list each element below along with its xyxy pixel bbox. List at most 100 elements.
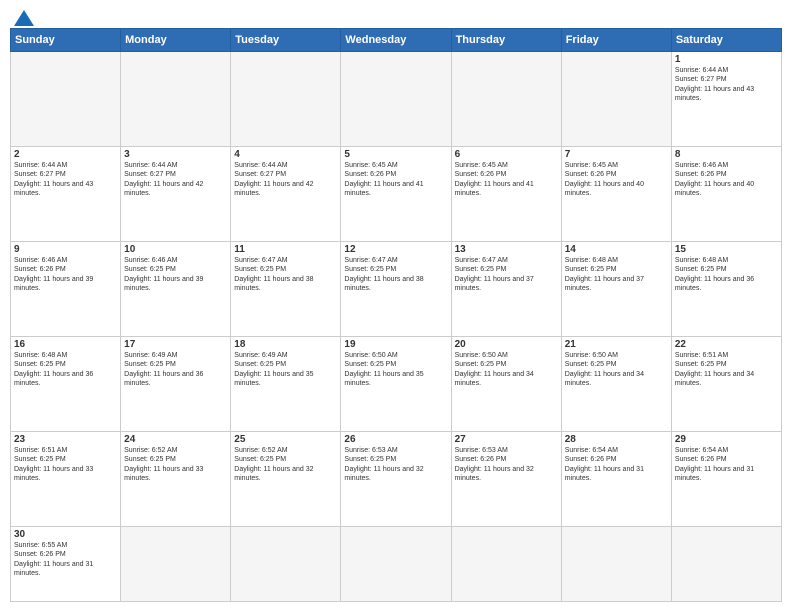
day-info: Sunrise: 6:47 AMSunset: 6:25 PMDaylight:… bbox=[234, 256, 337, 294]
weekday-header-wednesday: Wednesday bbox=[341, 29, 451, 52]
calendar-cell: 29Sunrise: 6:54 AMSunset: 6:26 PMDayligh… bbox=[671, 432, 781, 527]
calendar-cell: 9Sunrise: 6:46 AMSunset: 6:26 PMDaylight… bbox=[11, 242, 121, 337]
weekday-header-saturday: Saturday bbox=[671, 29, 781, 52]
day-info: Sunrise: 6:45 AMSunset: 6:26 PMDaylight:… bbox=[565, 161, 668, 199]
calendar-cell: 1Sunrise: 6:44 AMSunset: 6:27 PMDaylight… bbox=[671, 52, 781, 147]
day-info: Sunrise: 6:50 AMSunset: 6:25 PMDaylight:… bbox=[455, 351, 558, 389]
calendar-cell: 7Sunrise: 6:45 AMSunset: 6:26 PMDaylight… bbox=[561, 147, 671, 242]
day-number: 23 bbox=[14, 434, 117, 445]
calendar-cell: 25Sunrise: 6:52 AMSunset: 6:25 PMDayligh… bbox=[231, 432, 341, 527]
calendar-cell: 19Sunrise: 6:50 AMSunset: 6:25 PMDayligh… bbox=[341, 337, 451, 432]
day-info: Sunrise: 6:52 AMSunset: 6:25 PMDaylight:… bbox=[234, 446, 337, 484]
day-number: 20 bbox=[455, 339, 558, 350]
page: SundayMondayTuesdayWednesdayThursdayFrid… bbox=[0, 0, 792, 612]
day-info: Sunrise: 6:44 AMSunset: 6:27 PMDaylight:… bbox=[124, 161, 227, 199]
day-number: 25 bbox=[234, 434, 337, 445]
calendar-cell: 23Sunrise: 6:51 AMSunset: 6:25 PMDayligh… bbox=[11, 432, 121, 527]
weekday-header-friday: Friday bbox=[561, 29, 671, 52]
calendar-cell bbox=[231, 527, 341, 602]
day-number: 27 bbox=[455, 434, 558, 445]
day-info: Sunrise: 6:53 AMSunset: 6:25 PMDaylight:… bbox=[344, 446, 447, 484]
day-number: 4 bbox=[234, 149, 337, 160]
day-info: Sunrise: 6:54 AMSunset: 6:26 PMDaylight:… bbox=[675, 446, 778, 484]
day-number: 3 bbox=[124, 149, 227, 160]
day-info: Sunrise: 6:50 AMSunset: 6:25 PMDaylight:… bbox=[344, 351, 447, 389]
weekday-header-monday: Monday bbox=[121, 29, 231, 52]
day-info: Sunrise: 6:55 AMSunset: 6:26 PMDaylight:… bbox=[14, 541, 117, 579]
weekday-header-sunday: Sunday bbox=[11, 29, 121, 52]
calendar-cell bbox=[11, 52, 121, 147]
day-info: Sunrise: 6:48 AMSunset: 6:25 PMDaylight:… bbox=[675, 256, 778, 294]
day-number: 8 bbox=[675, 149, 778, 160]
day-info: Sunrise: 6:48 AMSunset: 6:25 PMDaylight:… bbox=[14, 351, 117, 389]
calendar-week-row: 1Sunrise: 6:44 AMSunset: 6:27 PMDaylight… bbox=[11, 52, 782, 147]
calendar-cell: 5Sunrise: 6:45 AMSunset: 6:26 PMDaylight… bbox=[341, 147, 451, 242]
day-number: 7 bbox=[565, 149, 668, 160]
calendar-cell: 11Sunrise: 6:47 AMSunset: 6:25 PMDayligh… bbox=[231, 242, 341, 337]
calendar-cell bbox=[341, 52, 451, 147]
day-number: 17 bbox=[124, 339, 227, 350]
day-number: 16 bbox=[14, 339, 117, 350]
calendar-cell bbox=[121, 527, 231, 602]
day-info: Sunrise: 6:45 AMSunset: 6:26 PMDaylight:… bbox=[455, 161, 558, 199]
day-number: 22 bbox=[675, 339, 778, 350]
logo-area bbox=[10, 10, 34, 22]
calendar-week-row: 23Sunrise: 6:51 AMSunset: 6:25 PMDayligh… bbox=[11, 432, 782, 527]
day-number: 18 bbox=[234, 339, 337, 350]
calendar-cell: 3Sunrise: 6:44 AMSunset: 6:27 PMDaylight… bbox=[121, 147, 231, 242]
day-info: Sunrise: 6:50 AMSunset: 6:25 PMDaylight:… bbox=[565, 351, 668, 389]
day-info: Sunrise: 6:44 AMSunset: 6:27 PMDaylight:… bbox=[234, 161, 337, 199]
day-info: Sunrise: 6:47 AMSunset: 6:25 PMDaylight:… bbox=[455, 256, 558, 294]
day-info: Sunrise: 6:54 AMSunset: 6:26 PMDaylight:… bbox=[565, 446, 668, 484]
day-number: 12 bbox=[344, 244, 447, 255]
day-number: 11 bbox=[234, 244, 337, 255]
day-number: 13 bbox=[455, 244, 558, 255]
day-info: Sunrise: 6:44 AMSunset: 6:27 PMDaylight:… bbox=[14, 161, 117, 199]
calendar-cell: 24Sunrise: 6:52 AMSunset: 6:25 PMDayligh… bbox=[121, 432, 231, 527]
day-info: Sunrise: 6:46 AMSunset: 6:26 PMDaylight:… bbox=[675, 161, 778, 199]
calendar-cell: 27Sunrise: 6:53 AMSunset: 6:26 PMDayligh… bbox=[451, 432, 561, 527]
calendar-cell bbox=[121, 52, 231, 147]
calendar-cell: 18Sunrise: 6:49 AMSunset: 6:25 PMDayligh… bbox=[231, 337, 341, 432]
calendar-cell: 2Sunrise: 6:44 AMSunset: 6:27 PMDaylight… bbox=[11, 147, 121, 242]
calendar-cell: 26Sunrise: 6:53 AMSunset: 6:25 PMDayligh… bbox=[341, 432, 451, 527]
day-info: Sunrise: 6:46 AMSunset: 6:25 PMDaylight:… bbox=[124, 256, 227, 294]
day-number: 5 bbox=[344, 149, 447, 160]
day-info: Sunrise: 6:46 AMSunset: 6:26 PMDaylight:… bbox=[14, 256, 117, 294]
calendar-cell bbox=[451, 52, 561, 147]
calendar-week-row: 30Sunrise: 6:55 AMSunset: 6:26 PMDayligh… bbox=[11, 527, 782, 602]
calendar-cell: 6Sunrise: 6:45 AMSunset: 6:26 PMDaylight… bbox=[451, 147, 561, 242]
calendar-cell: 15Sunrise: 6:48 AMSunset: 6:25 PMDayligh… bbox=[671, 242, 781, 337]
day-number: 19 bbox=[344, 339, 447, 350]
day-info: Sunrise: 6:52 AMSunset: 6:25 PMDaylight:… bbox=[124, 446, 227, 484]
weekday-header-thursday: Thursday bbox=[451, 29, 561, 52]
day-number: 6 bbox=[455, 149, 558, 160]
calendar-week-row: 9Sunrise: 6:46 AMSunset: 6:26 PMDaylight… bbox=[11, 242, 782, 337]
calendar-cell bbox=[231, 52, 341, 147]
day-info: Sunrise: 6:44 AMSunset: 6:27 PMDaylight:… bbox=[675, 66, 778, 104]
header bbox=[10, 10, 782, 22]
day-info: Sunrise: 6:53 AMSunset: 6:26 PMDaylight:… bbox=[455, 446, 558, 484]
day-info: Sunrise: 6:51 AMSunset: 6:25 PMDaylight:… bbox=[675, 351, 778, 389]
day-number: 24 bbox=[124, 434, 227, 445]
calendar-cell: 13Sunrise: 6:47 AMSunset: 6:25 PMDayligh… bbox=[451, 242, 561, 337]
weekday-header-row: SundayMondayTuesdayWednesdayThursdayFrid… bbox=[11, 29, 782, 52]
calendar-cell bbox=[561, 52, 671, 147]
calendar-cell: 28Sunrise: 6:54 AMSunset: 6:26 PMDayligh… bbox=[561, 432, 671, 527]
weekday-header-tuesday: Tuesday bbox=[231, 29, 341, 52]
calendar-cell bbox=[671, 527, 781, 602]
day-number: 30 bbox=[14, 529, 117, 540]
calendar-cell: 12Sunrise: 6:47 AMSunset: 6:25 PMDayligh… bbox=[341, 242, 451, 337]
calendar-cell: 16Sunrise: 6:48 AMSunset: 6:25 PMDayligh… bbox=[11, 337, 121, 432]
logo bbox=[10, 10, 34, 26]
day-number: 26 bbox=[344, 434, 447, 445]
day-info: Sunrise: 6:47 AMSunset: 6:25 PMDaylight:… bbox=[344, 256, 447, 294]
day-number: 14 bbox=[565, 244, 668, 255]
day-info: Sunrise: 6:48 AMSunset: 6:25 PMDaylight:… bbox=[565, 256, 668, 294]
calendar-cell: 10Sunrise: 6:46 AMSunset: 6:25 PMDayligh… bbox=[121, 242, 231, 337]
calendar-cell: 17Sunrise: 6:49 AMSunset: 6:25 PMDayligh… bbox=[121, 337, 231, 432]
calendar-cell: 14Sunrise: 6:48 AMSunset: 6:25 PMDayligh… bbox=[561, 242, 671, 337]
calendar-week-row: 2Sunrise: 6:44 AMSunset: 6:27 PMDaylight… bbox=[11, 147, 782, 242]
day-number: 1 bbox=[675, 54, 778, 65]
calendar-cell bbox=[341, 527, 451, 602]
